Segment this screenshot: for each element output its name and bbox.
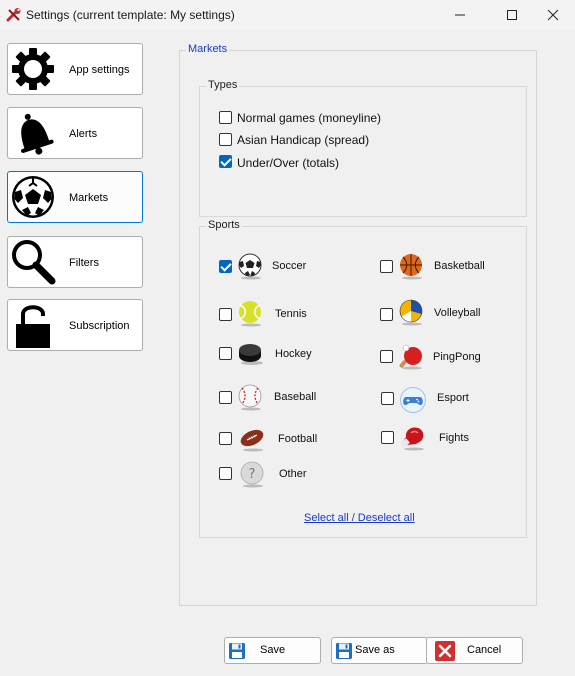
floppy-disk-icon <box>229 643 245 659</box>
svg-text:?: ? <box>249 467 256 482</box>
volleyball-label: Volleyball <box>434 307 481 319</box>
soccer-ball-icon <box>238 253 262 280</box>
pingpong-label: PingPong <box>433 351 481 363</box>
nav-markets-label: Markets <box>69 192 109 204</box>
fights-label: Fights <box>439 432 469 444</box>
asian-handicap-label: Asian Handicap (spread) <box>237 133 370 147</box>
cancel-button[interactable]: Cancel <box>426 637 523 664</box>
sports-legend: Sports <box>206 219 242 231</box>
under-over-checkbox[interactable] <box>219 155 232 168</box>
save-button[interactable]: Save <box>224 637 321 664</box>
cancel-label: Cancel <box>467 644 502 656</box>
cancel-x-icon <box>435 641 455 661</box>
nav-subscription-button[interactable]: Subscription <box>7 299 143 351</box>
wrench-icon <box>6 8 21 22</box>
types-legend: Types <box>206 79 240 91</box>
close-icon <box>547 9 559 21</box>
basketball-checkbox[interactable] <box>380 260 393 273</box>
minimize-button[interactable] <box>437 0 483 30</box>
boxing-glove-icon <box>400 427 424 451</box>
question-ball-icon: ? <box>240 461 264 488</box>
esport-label: Esport <box>437 392 469 404</box>
minimize-icon <box>455 14 465 16</box>
nav-markets-button[interactable]: Markets <box>7 171 143 223</box>
normal-games-checkbox[interactable] <box>219 111 232 124</box>
floppy-disk-icon <box>336 643 352 659</box>
nav-app-settings-label: App settings <box>69 64 130 76</box>
gear-icon <box>12 48 54 90</box>
save-as-label: Save as <box>355 644 395 656</box>
select-all-link[interactable]: Select all / Deselect all <box>304 512 415 524</box>
hockey-checkbox[interactable] <box>219 347 232 360</box>
nav-app-settings-button[interactable]: App settings <box>7 43 143 95</box>
nav-filters-button[interactable]: Filters <box>7 236 143 288</box>
american-football-icon <box>240 429 264 452</box>
normal-games-label: Normal games (moneyline) <box>237 111 382 125</box>
nav-filters-label: Filters <box>69 257 99 269</box>
pingpong-checkbox[interactable] <box>380 350 393 363</box>
bell-icon <box>21 113 54 155</box>
baseball-icon <box>238 384 262 411</box>
football-checkbox[interactable] <box>219 432 232 445</box>
gamepad-icon <box>400 387 426 413</box>
baseball-checkbox[interactable] <box>219 391 232 404</box>
window-title: Settings (current template: My settings) <box>26 8 235 22</box>
soccer-checkbox[interactable] <box>219 260 232 273</box>
tennis-label: Tennis <box>275 308 307 320</box>
asian-handicap-checkbox[interactable] <box>219 133 232 146</box>
magnifier-icon <box>12 240 56 285</box>
fights-checkbox[interactable] <box>381 431 394 444</box>
soccer-ball-icon <box>12 176 54 218</box>
esport-checkbox[interactable] <box>381 392 394 405</box>
close-button[interactable] <box>530 0 575 30</box>
football-label: Football <box>278 433 318 445</box>
save-label: Save <box>260 644 286 656</box>
maximize-button[interactable] <box>489 0 535 30</box>
maximize-icon <box>507 10 517 20</box>
hockey-puck-icon <box>239 344 263 365</box>
basketball-icon <box>400 254 422 280</box>
volleyball-checkbox[interactable] <box>380 308 393 321</box>
other-checkbox[interactable] <box>219 467 232 480</box>
save-as-button[interactable]: Save as <box>331 637 428 664</box>
nav-alerts-button[interactable]: Alerts <box>7 107 143 159</box>
markets-legend: Markets <box>186 43 230 55</box>
title-bar: Settings (current template: My settings) <box>0 0 575 30</box>
types-group <box>199 86 527 217</box>
ping-pong-paddle-icon <box>399 344 422 370</box>
hockey-label: Hockey <box>275 348 312 360</box>
tennis-checkbox[interactable] <box>219 308 232 321</box>
tennis-ball-icon <box>239 301 261 327</box>
baseball-label: Baseball <box>274 391 317 403</box>
nav-alerts-label: Alerts <box>69 128 98 140</box>
padlock-icon <box>16 305 50 348</box>
under-over-label: Under/Over (totals) <box>237 156 340 170</box>
volleyball-icon <box>399 299 423 326</box>
soccer-label: Soccer <box>272 260 307 272</box>
basketball-label: Basketball <box>434 260 485 272</box>
nav-subscription-label: Subscription <box>69 320 130 332</box>
other-label: Other <box>279 468 307 480</box>
